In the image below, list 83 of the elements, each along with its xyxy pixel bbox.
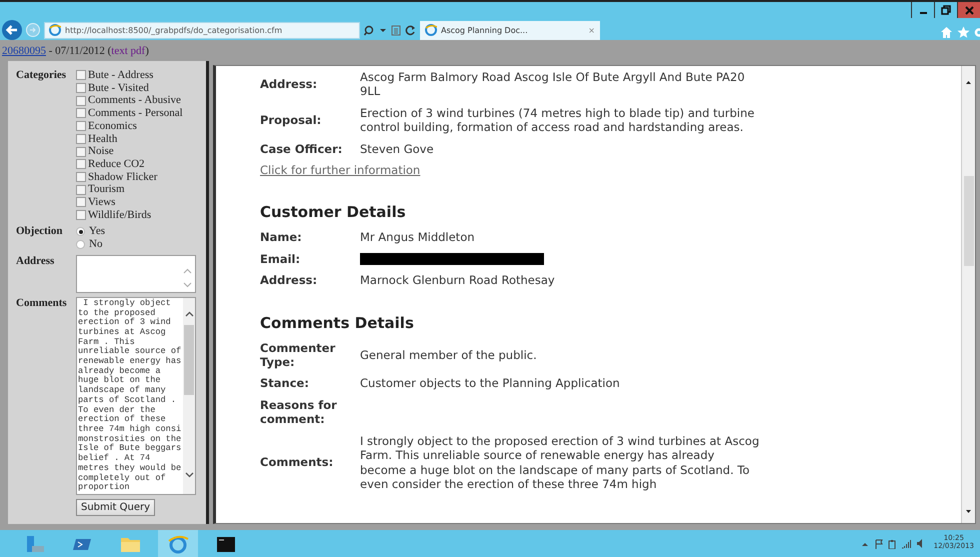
- field-label: Address:: [260, 273, 318, 288]
- browser-logo-icon: [425, 24, 437, 36]
- browser-tab[interactable]: Ascog Planning Doc... ×: [420, 20, 600, 40]
- browser-icon: [168, 534, 188, 554]
- checkbox[interactable]: [76, 184, 86, 195]
- field-label: Stance:: [260, 376, 310, 391]
- scrollbar-thumb[interactable]: [184, 324, 194, 395]
- scroll-down-icon[interactable]: [965, 509, 972, 514]
- category-checkbox[interactable]: Shadow Flicker: [76, 170, 202, 184]
- field-value: General member of the public.: [360, 348, 538, 362]
- speaker-icon[interactable]: [916, 538, 923, 549]
- checkbox[interactable]: [76, 134, 86, 144]
- browser-logo-icon: [49, 24, 61, 36]
- field-label: Proposal:: [260, 113, 322, 128]
- home-icon[interactable]: [940, 26, 953, 39]
- checkbox[interactable]: [76, 172, 86, 182]
- category-checkbox[interactable]: Tourism: [76, 183, 202, 196]
- checkbox[interactable]: [76, 210, 86, 220]
- radio-button[interactable]: [76, 227, 85, 236]
- field-value: Customer objects to the Planning Application: [360, 376, 621, 391]
- field-label: Reasons for comment:: [260, 398, 338, 427]
- field-label: Commenter Type:: [260, 340, 336, 370]
- checkbox[interactable]: [76, 96, 86, 106]
- category-checkbox[interactable]: Noise: [76, 145, 202, 158]
- battery-icon[interactable]: [888, 538, 896, 548]
- category-checkbox[interactable]: Wildlife/Birds: [76, 208, 202, 222]
- category-checkbox[interactable]: Views: [76, 196, 202, 209]
- field-label: Categories: [16, 69, 68, 83]
- category-checkbox[interactable]: Comments - Personal: [76, 107, 202, 120]
- scroll-up-icon[interactable]: [965, 80, 972, 85]
- section-heading: Comments Details: [260, 314, 415, 332]
- category-checkbox[interactable]: Reduce CO2: [76, 158, 202, 171]
- field-label: Name:: [260, 230, 303, 245]
- record-line: 20680095 - 07/11/2012 (text pdf): [1, 44, 150, 59]
- checkbox[interactable]: [76, 121, 86, 132]
- search-icon[interactable]: [364, 24, 375, 36]
- category-checkbox[interactable]: Health: [76, 132, 202, 146]
- close-icon[interactable]: [964, 4, 974, 16]
- field-label: Comments:: [260, 455, 334, 470]
- field-label: Address: [16, 254, 56, 269]
- field-value: I strongly object to the proposed erection of 3 wind turbines at Ascog Farm. This unreliable source of renewable energy has already become a huge blot on the landscape of many parts of Scotland. To even consider the erection of these three 74m high: [360, 434, 760, 492]
- field-value: Steven Gove: [360, 142, 435, 156]
- scroll-down-icon[interactable]: [184, 472, 194, 478]
- category-checkbox[interactable]: Bute - Visited: [76, 82, 202, 94]
- field-label: Case Officer:: [260, 142, 344, 156]
- section-heading: Customer Details: [260, 203, 407, 222]
- category-checkbox[interactable]: Bute - Address: [76, 69, 202, 82]
- field-label: Objection: [16, 225, 64, 240]
- scrollbar-thumb[interactable]: [964, 176, 974, 266]
- forward-button[interactable]: [26, 23, 40, 37]
- address-bar[interactable]: http://localhost:8500/_grabpdfs/do_categorisation.cfm: [44, 22, 360, 38]
- comments-field[interactable]: I strongly object to the proposed erection of 3 wind turbines at Ascog Farm . This unreliable source of renewable energy has already become a huge blot on the landscape of many parts of Scotland . To even der the erection of these three 74m high consi monstrosities on the Isle of Bute beggars belief . At 74 metres they would be completely out of proportion: [76, 296, 196, 495]
- field-value: Ascog Farm Balmory Road Ascog Isle Of Bute Argyll And Bute PA20 9LL: [360, 70, 746, 99]
- submit-button[interactable]: Submit Query: [76, 498, 156, 516]
- radio-button[interactable]: [76, 240, 85, 249]
- scroll-up-icon[interactable]: [184, 310, 194, 317]
- radio-option[interactable]: No: [76, 238, 202, 251]
- checkbox[interactable]: [76, 146, 86, 157]
- field-value: Marnock Glenburn Road Rothesay: [360, 273, 556, 288]
- star-icon[interactable]: [957, 26, 970, 39]
- back-button[interactable]: [2, 20, 22, 40]
- radio-option[interactable]: Yes: [76, 225, 202, 238]
- info-link[interactable]: Click for further information: [260, 163, 961, 178]
- checkbox[interactable]: [76, 83, 86, 94]
- caret-icon[interactable]: [379, 26, 387, 34]
- field-label: Email:: [260, 252, 302, 266]
- page-icon[interactable]: [391, 24, 401, 36]
- checkbox[interactable]: [76, 108, 86, 118]
- checkbox[interactable]: [76, 70, 86, 80]
- refresh-icon[interactable]: [405, 24, 416, 36]
- field-label: Address:: [260, 77, 318, 92]
- category-checkbox[interactable]: Comments - Abusive: [76, 94, 202, 108]
- caret-icon[interactable]: [860, 540, 869, 546]
- pdf-link[interactable]: text pdf: [111, 45, 146, 57]
- flag-icon[interactable]: [874, 538, 883, 548]
- category-checkbox[interactable]: Economics: [76, 120, 202, 133]
- restore-icon[interactable]: [941, 5, 951, 15]
- field-value: Mr Angus Middleton: [360, 230, 476, 245]
- checkbox[interactable]: [76, 197, 86, 208]
- field-value: Erection of 3 wind turbines (74 metres high to blade tip) and turbine control building, formation of access road and hardstanding areas.: [360, 106, 756, 135]
- field-label: Comments: [16, 296, 68, 311]
- checkbox[interactable]: [76, 159, 86, 170]
- signal-icon[interactable]: [900, 538, 911, 548]
